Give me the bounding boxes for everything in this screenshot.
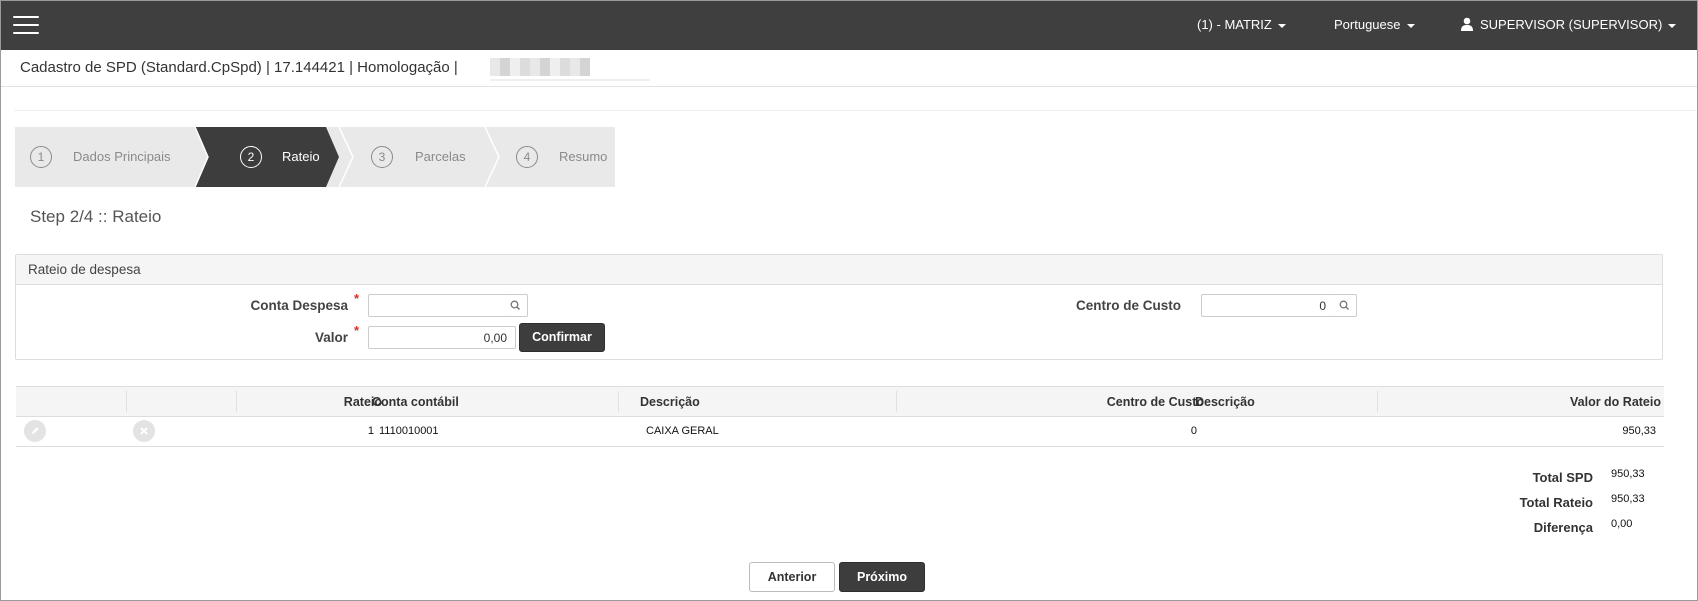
user-icon	[1461, 17, 1473, 31]
centro-custo-input[interactable]	[1201, 294, 1335, 317]
required-mark: *	[354, 291, 360, 306]
redacted-text	[490, 58, 590, 76]
proximo-button[interactable]: Próximo	[839, 562, 925, 592]
table-row: 1 1110010001 CAIXA GERAL 0 950,33	[16, 417, 1664, 447]
column-header-descricao[interactable]: Descrição	[640, 395, 700, 409]
menu-icon[interactable]	[13, 15, 39, 35]
diferenca-label: Diferença	[1533, 520, 1593, 535]
anterior-button[interactable]: Anterior	[749, 562, 835, 592]
caret-down-icon	[1277, 23, 1286, 28]
step-label: Resumo	[559, 149, 608, 164]
top-navbar: (1) - MATRIZ Portuguese SUPERVISOR (SUPE…	[1, 1, 1697, 50]
caret-down-icon	[1668, 23, 1677, 28]
step-number: 2	[240, 146, 262, 168]
user-label: SUPERVISOR (SUPERVISOR)	[1480, 17, 1663, 32]
step-label: Parcelas	[415, 149, 466, 164]
delete-icon[interactable]	[133, 420, 155, 442]
valor-input[interactable]	[368, 326, 516, 349]
total-rateio-value: 950,33	[1611, 493, 1645, 505]
edit-icon[interactable]	[24, 420, 46, 442]
column-separator	[1377, 391, 1378, 412]
column-separator	[618, 391, 619, 412]
cell-descricao: CAIXA GERAL	[646, 425, 719, 437]
column-header-conta[interactable]: Conta contábil	[372, 395, 459, 409]
step-heading: Step 2/4 :: Rateio	[30, 207, 162, 226]
total-rateio-label: Total Rateio	[1519, 495, 1593, 510]
page-title: Cadastro de SPD (Standard.CpSpd) | 17.14…	[20, 59, 458, 76]
step-label: Dados Principais	[73, 149, 171, 164]
conta-despesa-label: Conta Despesa	[250, 298, 348, 313]
step-number: 4	[516, 146, 538, 168]
step-label: Rateio	[282, 149, 320, 164]
language-dropdown[interactable]: Portuguese	[1334, 1, 1415, 50]
branch-dropdown[interactable]: (1) - MATRIZ	[1197, 1, 1286, 50]
branch-label: (1) - MATRIZ	[1197, 17, 1272, 32]
table-header: Rateio Conta contábil Descrição Centro d…	[16, 386, 1664, 417]
user-dropdown[interactable]: SUPERVISOR (SUPERVISOR)	[1461, 1, 1677, 50]
confirmar-button[interactable]: Confirmar	[519, 323, 605, 352]
step-number: 3	[371, 146, 393, 168]
redacted-underline	[490, 79, 650, 81]
search-icon	[1339, 300, 1349, 310]
total-spd-label: Total SPD	[1532, 470, 1593, 485]
diferenca-value: 0,00	[1611, 518, 1633, 530]
wizard-step-4[interactable]: 4 Resumo	[499, 127, 615, 187]
conta-despesa-input[interactable]	[368, 294, 506, 317]
column-separator	[896, 391, 897, 412]
column-separator	[236, 391, 237, 412]
column-header-descricao2[interactable]: Descrição	[1195, 395, 1255, 409]
wizard-step-3[interactable]: 3 Parcelas	[353, 127, 485, 187]
step-number: 1	[30, 146, 52, 168]
valor-label: Valor	[314, 330, 348, 345]
panel-title: Rateio de despesa	[16, 255, 1662, 285]
centro-custo-search-button[interactable]	[1334, 294, 1357, 317]
cell-valor: 950,33	[1622, 425, 1656, 437]
conta-despesa-search-button[interactable]	[505, 294, 528, 317]
cell-centro: 0	[1190, 425, 1197, 437]
wizard-step-1[interactable]: 1 Dados Principais	[15, 127, 195, 187]
column-header-valor[interactable]: Valor do Rateio	[1570, 395, 1661, 409]
total-spd-value: 950,33	[1611, 468, 1645, 480]
search-icon	[510, 300, 520, 310]
cell-rateio: 1	[367, 425, 374, 437]
required-mark: *	[354, 323, 360, 338]
language-label: Portuguese	[1334, 17, 1401, 32]
cell-conta: 1110010001	[379, 425, 439, 437]
title-bar: Cadastro de SPD (Standard.CpSpd) | 17.14…	[1, 50, 1697, 87]
caret-down-icon	[1406, 23, 1415, 28]
centro-custo-label: Centro de Custo	[1075, 298, 1181, 313]
wizard-steps: 1 Dados Principais 2 Rateio 3 Parcelas 4…	[15, 127, 615, 187]
wizard-step-2[interactable]: 2 Rateio	[208, 127, 338, 187]
column-separator	[126, 391, 127, 412]
column-header-centro[interactable]: Centro de Custo	[1107, 395, 1204, 409]
